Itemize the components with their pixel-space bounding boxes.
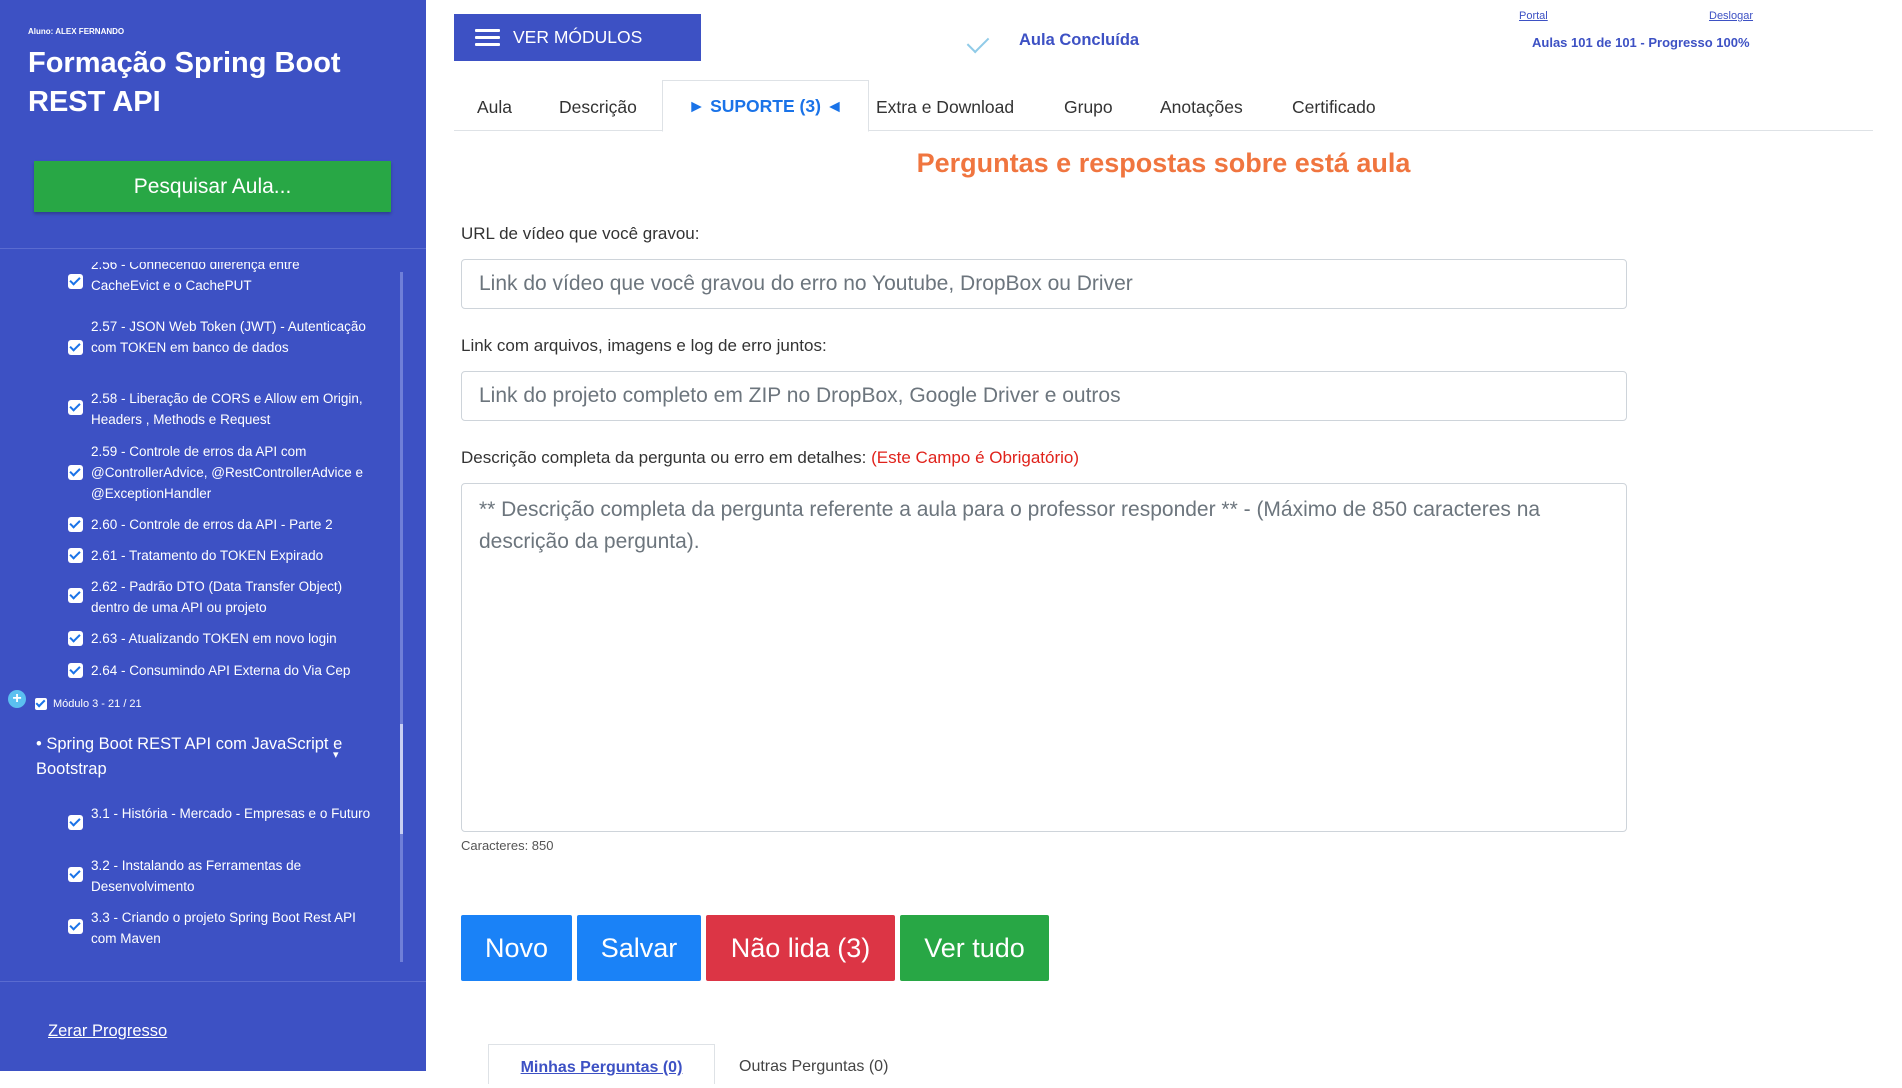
lesson-checkbox[interactable] <box>68 815 83 830</box>
lesson-label: 2.64 - Consumindo API Externa do Via Cep <box>91 663 351 678</box>
lesson-checkbox[interactable] <box>68 340 83 355</box>
lesson-label: 3.1 - História - Mercado - Empresas e o … <box>91 806 371 821</box>
files-link-input[interactable] <box>461 371 1627 421</box>
lesson-label: 2.61 - Tratamento do TOKEN Expirado <box>91 548 324 563</box>
lesson-checkbox[interactable] <box>68 631 83 646</box>
hamburger-icon <box>475 25 500 50</box>
check-icon <box>966 30 990 54</box>
files-link-label: Link com arquivos, imagens e log de erro… <box>461 336 827 355</box>
view-modules-label: VER MÓDULOS <box>513 27 643 47</box>
save-button[interactable]: Salvar <box>577 915 701 981</box>
lesson-label: 2.63 - Atualizando TOKEN em novo login <box>91 631 337 646</box>
chevron-down-icon[interactable]: ▾ <box>333 748 339 761</box>
course-title: Formação Spring Boot REST API <box>28 47 341 118</box>
required-note: (Este Campo é Obrigatório) <box>871 448 1080 467</box>
see-all-button[interactable]: Ver tudo <box>900 915 1049 981</box>
lesson-label: 3.3 - Criando o projeto Spring Boot Rest… <box>91 910 356 946</box>
module-checkbox[interactable] <box>35 698 47 710</box>
lesson-label: 2.56 - Conhecendo diferença entre CacheE… <box>91 262 300 293</box>
lesson-checkbox[interactable] <box>68 867 83 882</box>
tab-other-questions[interactable]: Outras Perguntas (0) <box>739 1058 888 1088</box>
char-counter: Caracteres: 850 <box>461 838 554 853</box>
tab-grupo[interactable]: Grupo <box>1064 84 1113 130</box>
progress-text: Aulas 101 de 101 - Progresso 100% <box>1532 35 1750 50</box>
description-label-text: Descrição completa da pergunta ou erro e… <box>461 448 867 467</box>
lesson-label: 2.57 - JSON Web Token (JWT) - Autenticaç… <box>91 319 366 355</box>
module-name[interactable]: • Spring Boot REST API com JavaScript e … <box>36 732 356 782</box>
sidebar-scrollbar-thumb[interactable] <box>400 724 403 834</box>
lesson-checkbox[interactable] <box>68 548 83 563</box>
lesson-label: 2.58 - Liberação de CORS e Allow em Orig… <box>91 391 363 427</box>
lesson-label: 3.2 - Instalando as Ferramentas de Desen… <box>91 858 302 894</box>
expand-module-icon[interactable]: + <box>8 690 26 708</box>
description-label: Descrição completa da pergunta ou erro e… <box>461 448 1079 468</box>
logout-link[interactable]: Deslogar <box>1709 10 1753 22</box>
lesson-list[interactable]: 2.56 - Conhecendo diferença entre CacheE… <box>0 262 400 962</box>
sidebar: Aluno: ALEX FERNANDO Formação Spring Boo… <box>0 0 426 1071</box>
tab-extra-download[interactable]: Extra e Download <box>876 84 1014 130</box>
view-modules-button[interactable]: VER MÓDULOS <box>454 14 701 61</box>
lesson-checkbox[interactable] <box>68 919 83 934</box>
student-name: Aluno: ALEX FERNANDO <box>28 27 125 36</box>
lesson-label: 2.59 - Controle de erros da API com @Con… <box>91 444 364 501</box>
description-textarea[interactable] <box>461 483 1627 832</box>
lesson-label: 2.60 - Controle de erros da API - Parte … <box>91 517 333 532</box>
tab-anotacoes[interactable]: Anotações <box>1160 84 1243 130</box>
unread-button[interactable]: Não lida (3) <box>706 915 895 981</box>
tab-suporte[interactable]: ► SUPORTE (3) ◄ <box>662 80 869 132</box>
lesson-checkbox[interactable] <box>68 465 83 480</box>
search-lesson-button[interactable]: Pesquisar Aula... <box>34 161 391 212</box>
section-title: Perguntas e respostas sobre está aula <box>916 148 1411 178</box>
sidebar-divider <box>0 248 426 249</box>
video-url-label: URL de vídeo que você gravou: <box>461 224 700 243</box>
sidebar-divider-bottom <box>0 981 426 982</box>
new-button[interactable]: Novo <box>461 915 572 981</box>
tab-descricao[interactable]: Descrição <box>559 84 637 130</box>
lesson-label: 2.62 - Padrão DTO (Data Transfer Object)… <box>91 579 343 615</box>
sidebar-scrollbar[interactable] <box>400 272 403 962</box>
reset-progress-link[interactable]: Zerar Progresso <box>48 1022 167 1041</box>
lesson-status: Aula Concluída <box>1019 31 1140 49</box>
video-url-input[interactable] <box>461 259 1627 309</box>
lesson-checkbox[interactable] <box>68 274 83 289</box>
lesson-checkbox[interactable] <box>68 663 83 678</box>
tab-aula[interactable]: Aula <box>477 84 512 130</box>
lesson-checkbox[interactable] <box>68 400 83 415</box>
module-label: Módulo 3 - 21 / 21 <box>53 698 142 710</box>
tab-certificado[interactable]: Certificado <box>1292 84 1376 130</box>
lesson-checkbox[interactable] <box>68 588 83 603</box>
tab-my-questions[interactable]: Minhas Perguntas (0) <box>488 1044 715 1084</box>
portal-link[interactable]: Portal <box>1519 10 1548 22</box>
lesson-checkbox[interactable] <box>68 517 83 532</box>
